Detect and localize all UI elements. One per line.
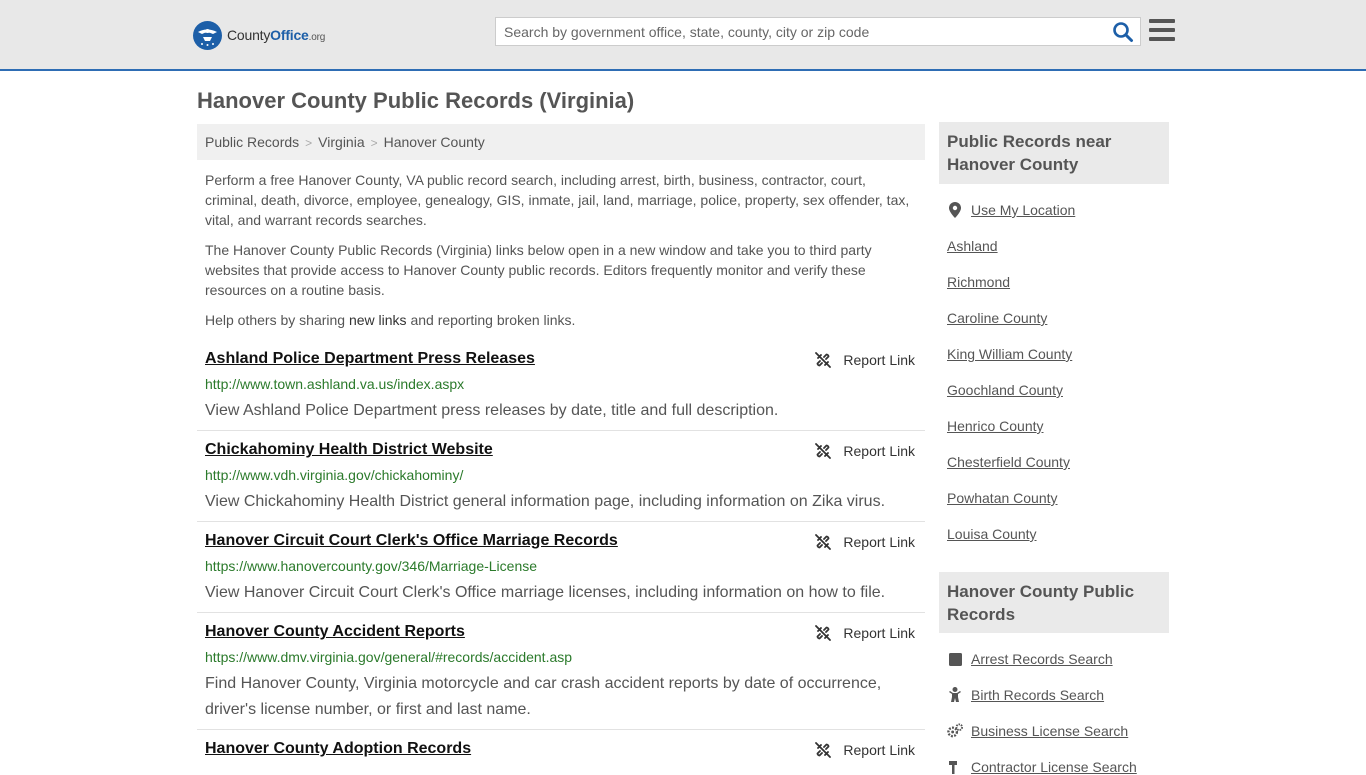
record-url: http://www.town.ashland.va.us/index.aspx <box>205 376 465 392</box>
intro-paragraph-3: Help others by sharing new links and rep… <box>205 312 576 328</box>
record-url: https://www.hanovercounty.gov/346/Marria… <box>205 558 538 574</box>
record-category-link[interactable]: Business License Search <box>947 723 1128 739</box>
gears-icon <box>947 723 963 739</box>
breadcrumb-current: Hanover County <box>383 134 485 150</box>
site-logo[interactable]: CountyOffice.org <box>193 20 325 50</box>
record-description: View Chickahominy Health District genera… <box>205 493 886 510</box>
report-link-button[interactable]: Report Link <box>815 352 915 368</box>
broken-link-icon <box>815 625 832 641</box>
record-category-link[interactable]: Contractor License Search <box>947 759 1137 775</box>
report-link-button[interactable]: Report Link <box>815 534 915 550</box>
breadcrumb-virginia[interactable]: Virginia <box>318 134 364 150</box>
nearby-link[interactable]: Chesterfield County <box>947 454 1070 470</box>
record-title-link[interactable]: Chickahominy Health District Website <box>205 441 493 459</box>
logo-text: CountyOffice.org <box>227 27 326 43</box>
page-title: Hanover County Public Records (Virginia) <box>197 88 635 113</box>
search-input[interactable] <box>496 18 1106 45</box>
top-bar: CountyOffice.org <box>0 0 1366 71</box>
hamburger-menu-icon[interactable] <box>1149 19 1175 43</box>
broken-link-icon <box>815 443 832 459</box>
record-description: View Hanover Circuit Court Clerk's Offic… <box>205 584 886 601</box>
broken-link-icon <box>815 534 832 550</box>
record-item: Hanover County Accident Reports Report L… <box>197 623 925 730</box>
chevron-right-icon: > <box>370 136 378 150</box>
record-title-link[interactable]: Ashland Police Department Press Releases <box>205 350 535 368</box>
record-title-link[interactable]: Hanover Circuit Court Clerk's Office Mar… <box>205 532 618 550</box>
nearby-link[interactable]: Caroline County <box>947 310 1047 326</box>
intro-paragraph-2: The Hanover County Public Records (Virgi… <box>205 242 872 298</box>
report-link-button[interactable]: Report Link <box>815 625 915 641</box>
record-title-link[interactable]: Hanover County Adoption Records <box>205 740 471 758</box>
sidebar-heading-nearby: Public Records near Hanover County <box>939 122 1169 184</box>
nearby-link[interactable]: King William County <box>947 346 1072 362</box>
record-title-link[interactable]: Hanover County Accident Reports <box>205 623 465 641</box>
search-icon <box>1113 22 1133 42</box>
map-pin-icon <box>947 202 963 218</box>
baby-icon <box>947 687 963 703</box>
broken-link-icon <box>815 352 832 368</box>
record-item: Hanover County Adoption Records Report L… <box>197 740 925 768</box>
record-item: Chickahominy Health District Website Rep… <box>197 441 925 522</box>
nearby-link[interactable]: Henrico County <box>947 418 1044 434</box>
record-description: View Ashland Police Department press rel… <box>205 402 779 419</box>
record-description: Find Hanover County, Virginia motorcycle… <box>205 675 882 718</box>
record-url: http://www.vdh.virginia.gov/chickahominy… <box>205 467 464 483</box>
search-button[interactable] <box>1112 21 1136 43</box>
record-item: Ashland Police Department Press Releases… <box>197 350 925 431</box>
broken-link-icon <box>815 742 832 758</box>
intro-paragraph-1: Perform a free Hanover County, VA public… <box>205 172 910 228</box>
record-category-link[interactable]: Arrest Records Search <box>947 651 1113 667</box>
chevron-right-icon: > <box>305 136 313 150</box>
nearby-link[interactable]: Ashland <box>947 238 998 254</box>
record-category-link[interactable]: Birth Records Search <box>947 687 1104 703</box>
report-link-button[interactable]: Report Link <box>815 742 915 758</box>
sidebar-heading-records: Hanover County Public Records <box>939 572 1169 633</box>
record-item: Hanover Circuit Court Clerk's Office Mar… <box>197 532 925 613</box>
logo-eagle-icon <box>193 20 222 50</box>
use-my-location-link[interactable]: Use My Location <box>947 202 1075 218</box>
record-url: https://www.dmv.virginia.gov/general/#re… <box>205 649 573 665</box>
search-box <box>495 17 1141 46</box>
new-links-link[interactable]: new links <box>349 312 407 328</box>
report-link-button[interactable]: Report Link <box>815 443 915 459</box>
breadcrumb-public-records[interactable]: Public Records <box>205 134 299 150</box>
nearby-link[interactable]: Goochland County <box>947 382 1063 398</box>
breadcrumb: Public Records > Virginia > Hanover County <box>197 124 925 160</box>
nearby-link[interactable]: Louisa County <box>947 526 1037 542</box>
nearby-link[interactable]: Powhatan County <box>947 490 1058 506</box>
hammer-icon <box>947 759 963 775</box>
square-icon <box>947 651 963 667</box>
nearby-link[interactable]: Richmond <box>947 274 1010 290</box>
